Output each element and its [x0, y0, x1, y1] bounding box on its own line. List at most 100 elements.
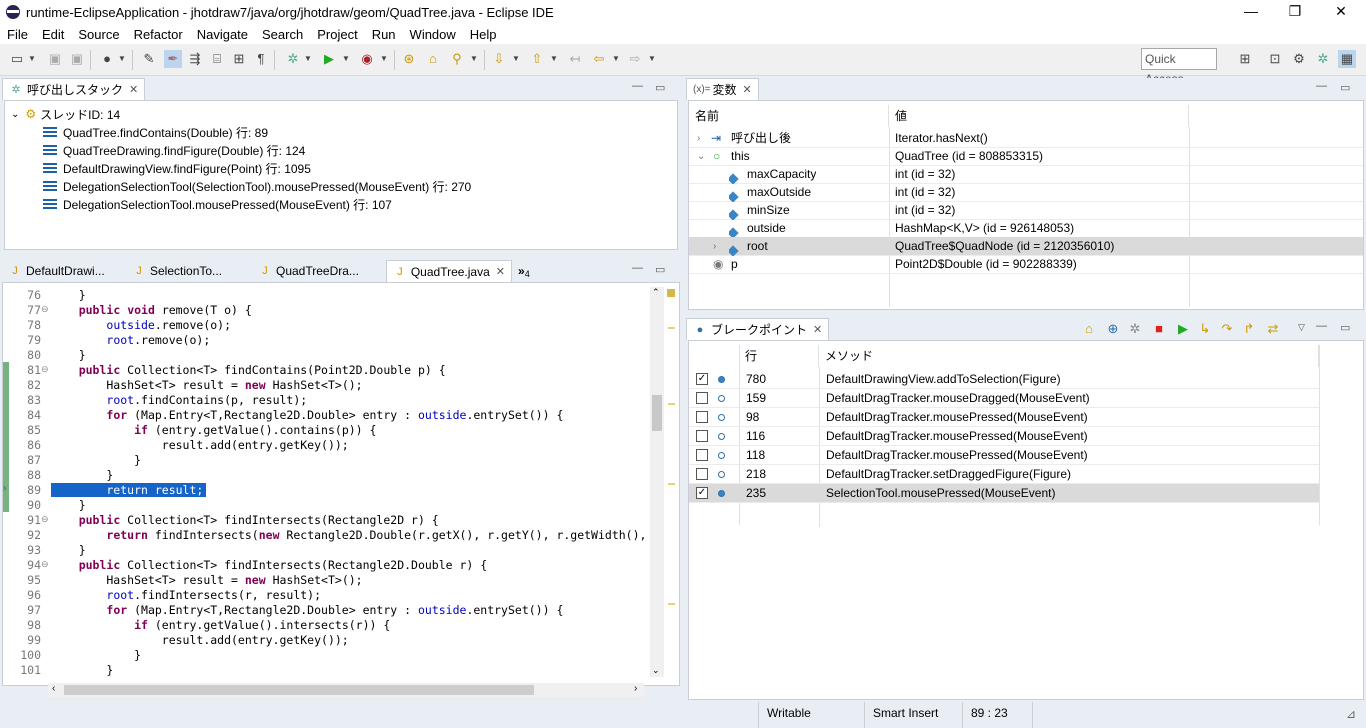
code-editor[interactable]: › 76 } 77 ⊖ public void remove(T o) {78 ou…	[2, 282, 680, 686]
column-header-value[interactable]: 値	[889, 105, 1189, 127]
variable-row[interactable]: outside HashMap<K,V> (id = 926148053)	[689, 219, 1363, 238]
tab-quadtree[interactable]: J QuadTree.java ✕	[386, 260, 512, 282]
maximize-view-icon[interactable]: ▭	[655, 263, 665, 276]
code-line[interactable]: }	[51, 348, 86, 362]
close-button[interactable]: ✕	[1318, 0, 1364, 24]
add-breakpoint-icon[interactable]: ⊕	[1104, 320, 1122, 338]
toggle-mark-occurrences-icon[interactable]: ✒	[164, 50, 182, 68]
fold-toggle-icon[interactable]: ⊖	[41, 364, 49, 375]
scrollbar-thumb[interactable]	[64, 685, 534, 695]
close-icon[interactable]: ✕	[743, 83, 752, 96]
menu-project[interactable]: Project	[310, 27, 364, 42]
tab-breakpoints[interactable]: ● ブレークポイント ✕	[686, 318, 830, 340]
tab-defaultdrawingview[interactable]: J DefaultDrawi...	[2, 260, 122, 282]
open-folder-icon[interactable]: ⌂	[1080, 320, 1098, 338]
chevron-down-icon[interactable]: ⌄	[652, 665, 660, 676]
menu-source[interactable]: Source	[71, 27, 126, 42]
save-all-icon[interactable]: ▣	[68, 50, 86, 68]
debug-perspective-icon[interactable]: ✲	[1314, 50, 1332, 68]
variable-row[interactable]: › ⇥ 呼び出し後 Iterator.hasNext()	[689, 129, 1363, 148]
menu-edit[interactable]: Edit	[35, 27, 71, 42]
debug-dropdown-icon[interactable]: ▼	[304, 52, 312, 66]
last-edit-location-icon[interactable]: ↤	[566, 50, 584, 68]
run-dropdown-icon[interactable]: ▼	[342, 52, 350, 66]
previous-annotation-icon[interactable]: ⇧	[528, 50, 546, 68]
variable-row[interactable]: minSize int (id = 32)	[689, 201, 1363, 220]
minimize-button[interactable]: —	[1228, 0, 1274, 24]
tab-callstack[interactable]: ✲ 呼び出しスタック ✕	[2, 78, 146, 100]
code-line[interactable]: }	[51, 663, 113, 677]
column-header-line[interactable]: 行	[739, 345, 819, 367]
breakpoint-checkbox[interactable]	[696, 392, 708, 404]
code-line[interactable]: result.add(entry.getKey());	[51, 633, 349, 647]
step-into-icon[interactable]: ↳	[1196, 320, 1214, 338]
horizontal-scrollbar[interactable]: ‹ ›	[48, 683, 644, 697]
resize-grip-icon[interactable]: ⊿	[1346, 707, 1356, 721]
stack-frame[interactable]: DelegationSelectionTool(SelectionTool).m…	[43, 177, 471, 195]
tab-overflow[interactable]: » 4	[512, 260, 536, 282]
drop-to-frame-icon[interactable]: ⇄	[1264, 320, 1282, 338]
next-annotation-icon[interactable]: ⇩	[490, 50, 508, 68]
code-line[interactable]: public Collection<T> findContains(Point2…	[51, 363, 446, 377]
stack-frame[interactable]: QuadTree.findContains(Double) 行: 89	[43, 123, 268, 141]
breakpoint-checkbox[interactable]	[696, 449, 708, 461]
pilcrow-icon[interactable]: ¶	[252, 50, 270, 68]
chevron-down-icon[interactable]: ⌄	[697, 147, 705, 166]
team-perspective-icon[interactable]: ▦	[1338, 50, 1356, 68]
breakpoint-row[interactable]: ✓ 780 DefaultDrawingView.addToSelection(Fi…	[689, 370, 1319, 389]
chevron-left-icon[interactable]: ‹	[52, 683, 55, 694]
external-tools-icon[interactable]: ◉	[358, 50, 376, 68]
maximize-view-icon[interactable]: ▭	[1340, 81, 1350, 94]
show-whitespace-icon[interactable]: ⊞	[230, 50, 248, 68]
variable-row[interactable]: › root QuadTree$QuadNode (id = 212035601…	[689, 237, 1363, 256]
java-perspective-icon[interactable]: ⊡	[1266, 50, 1284, 68]
profile-icon[interactable]: ●	[98, 50, 116, 68]
next-annotation-dropdown-icon[interactable]: ▼	[512, 52, 520, 66]
fold-toggle-icon[interactable]: ⊖	[41, 514, 49, 525]
breakpoint-checkbox[interactable]: ✓	[696, 373, 708, 385]
thread-row[interactable]: ⌄ ⚙ スレッドID: 14	[11, 105, 120, 123]
menu-search[interactable]: Search	[255, 27, 310, 42]
profile-dropdown-icon[interactable]: ▼	[118, 52, 126, 66]
run-icon[interactable]: ▶	[320, 50, 338, 68]
open-type-icon[interactable]: ⊛	[400, 50, 418, 68]
menu-refactor[interactable]: Refactor	[127, 27, 190, 42]
back-dropdown-icon[interactable]: ▼	[612, 52, 620, 66]
close-icon[interactable]: ✕	[813, 323, 822, 336]
breakpoint-row[interactable]: 118 DefaultDragTracker.mousePressed(Mouse…	[689, 446, 1319, 465]
open-perspective-icon[interactable]: ⊞	[1236, 50, 1254, 68]
maximize-view-icon[interactable]: ▭	[1340, 321, 1350, 334]
breakpoint-row[interactable]: ✓ 235 SelectionTool.mousePressed(MouseEven…	[689, 484, 1319, 503]
tab-selectiontool[interactable]: J SelectionTo...	[126, 260, 250, 282]
breakpoint-row[interactable]: 98 DefaultDragTracker.mousePressed(MouseE…	[689, 408, 1319, 427]
word-wrap-icon[interactable]: ⌸	[208, 50, 226, 68]
breakpoint-checkbox[interactable]	[696, 430, 708, 442]
chevron-right-icon[interactable]: ›	[713, 237, 716, 256]
code-line[interactable]: HashSet<T> result = new HashSet<T>();	[51, 378, 362, 392]
code-line[interactable]: HashSet<T> result = new HashSet<T>();	[51, 573, 362, 587]
search-dropdown-icon[interactable]: ▼	[470, 52, 478, 66]
variable-row[interactable]: ⌄ ○ this QuadTree (id = 808853315)	[689, 147, 1363, 166]
close-icon[interactable]: ✕	[496, 265, 505, 278]
code-line[interactable]: }	[51, 468, 113, 482]
column-header-method[interactable]: メソッド	[819, 345, 1319, 367]
close-icon[interactable]: ✕	[129, 83, 138, 96]
quick-access-field[interactable]: Quick Access	[1141, 48, 1217, 86]
code-line[interactable]: public Collection<T> findIntersects(Rect…	[51, 558, 488, 572]
code-line[interactable]: root.remove(o);	[51, 333, 210, 347]
skip-all-icon[interactable]: ✲	[1126, 320, 1144, 338]
fold-toggle-icon[interactable]: ⊖	[41, 304, 49, 315]
minimize-view-icon[interactable]: —	[1316, 320, 1327, 332]
code-line[interactable]: }	[51, 648, 141, 662]
new-dropdown-icon[interactable]: ▼	[28, 52, 36, 66]
menu-help[interactable]: Help	[463, 27, 504, 42]
minimize-view-icon[interactable]: —	[1316, 80, 1327, 92]
previous-annotation-dropdown-icon[interactable]: ▼	[550, 52, 558, 66]
maximize-button[interactable]: ❐	[1272, 0, 1318, 24]
code-line[interactable]: }	[51, 543, 86, 557]
menu-run[interactable]: Run	[365, 27, 403, 42]
forward-dropdown-icon[interactable]: ▼	[648, 52, 656, 66]
block-selection-icon[interactable]: ⇶	[186, 50, 204, 68]
skip-breakpoints-icon[interactable]: ✎	[140, 50, 158, 68]
breakpoint-checkbox[interactable]	[696, 411, 708, 423]
